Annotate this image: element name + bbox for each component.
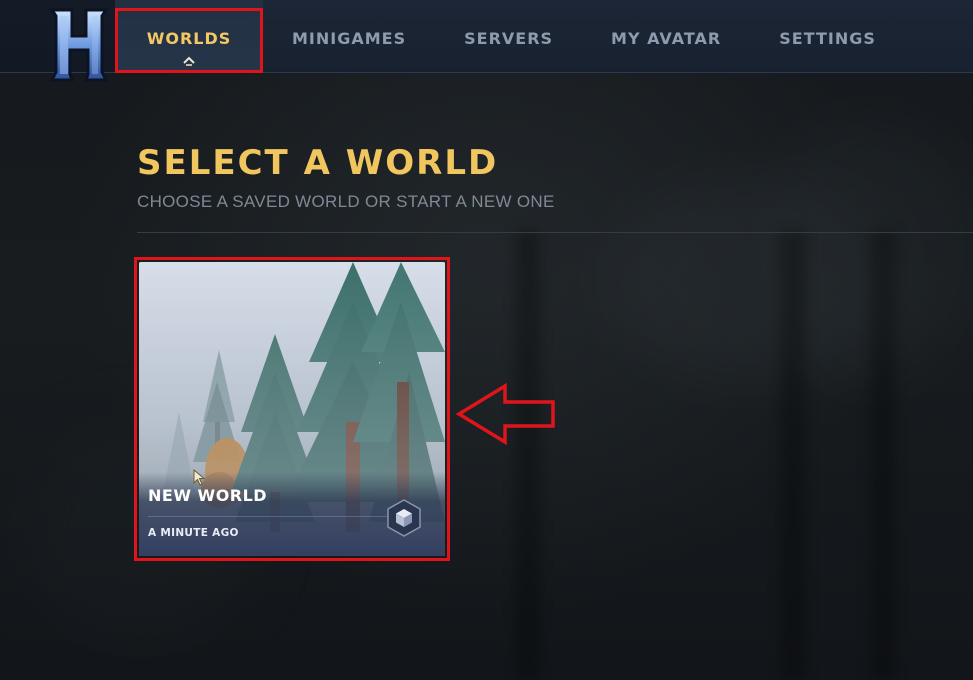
game-logo[interactable]: [48, 6, 110, 92]
annotation-highlight-box: [115, 8, 263, 73]
nav-tab-label: MINIGAMES: [292, 29, 407, 48]
nav-tab-label: SERVERS: [464, 29, 554, 48]
game-screen: WORLDS MINIGAMES SERVERS MY AVATAR SETTI…: [0, 0, 973, 680]
nav-tab-minigames[interactable]: MINIGAMES: [263, 0, 435, 72]
page-subtitle: CHOOSE A SAVED WORLD OR START A NEW ONE: [137, 192, 555, 211]
nav-tab-label: SETTINGS: [779, 29, 876, 48]
mouse-cursor-icon: [193, 469, 206, 486]
annotation-highlight-box: [134, 257, 450, 561]
background-column: [780, 230, 806, 680]
background-column: [515, 230, 541, 680]
nav-tab-servers[interactable]: SERVERS: [435, 0, 582, 72]
nav-tab-label: MY AVATAR: [611, 29, 722, 48]
nav-tab-settings[interactable]: SETTINGS: [750, 0, 905, 72]
background-column: [870, 230, 896, 680]
nav-tab-my-avatar[interactable]: MY AVATAR: [582, 0, 750, 72]
page-title: SELECT A WORLD: [137, 143, 499, 183]
header-divider: [137, 232, 973, 233]
annotation-arrow-icon: [455, 382, 555, 446]
